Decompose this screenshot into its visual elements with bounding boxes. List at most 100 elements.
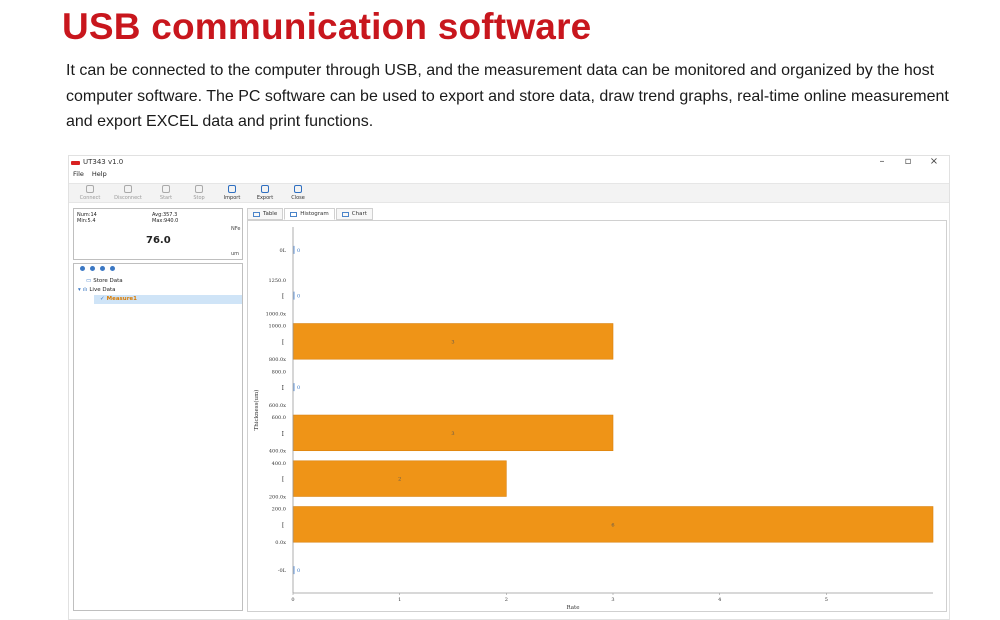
tree-item-label: Measure1 bbox=[106, 296, 137, 302]
y-tick-label: I bbox=[282, 431, 285, 438]
y-tick-label: 600.0x bbox=[269, 403, 286, 409]
export-button[interactable]: Export bbox=[250, 184, 280, 203]
x-tick-label: 0 bbox=[291, 597, 294, 603]
import-label: Import bbox=[223, 195, 241, 201]
disconnect-button[interactable]: Disconnect bbox=[108, 184, 148, 203]
stop-button[interactable]: Stop bbox=[184, 184, 214, 203]
stop-icon bbox=[195, 185, 203, 193]
histogram-svg: 00L01250.0I1000.0x31000.0I800.0x0800.0I6… bbox=[253, 227, 934, 611]
bar-value-label: 0 bbox=[297, 248, 300, 254]
tab-table[interactable]: Table bbox=[247, 208, 284, 220]
export-label: Export bbox=[256, 195, 274, 201]
export-icon bbox=[261, 185, 269, 193]
bar-value-label: 6 bbox=[611, 522, 614, 528]
y-tick-label: 800.0x bbox=[269, 357, 286, 363]
close-button[interactable]: Close bbox=[283, 184, 313, 203]
close-file-icon bbox=[294, 185, 302, 193]
tree-item-measure1[interactable]: ✓ Measure1 bbox=[94, 295, 242, 304]
x-tick-label: 3 bbox=[611, 597, 614, 603]
tab-chart[interactable]: Chart bbox=[335, 208, 373, 220]
disconnect-icon bbox=[124, 185, 132, 193]
x-tick-label: 1 bbox=[398, 597, 401, 603]
y-tick-label: 400.0x bbox=[269, 449, 286, 455]
y-tick-label: I bbox=[282, 339, 285, 346]
y-tick-label: 200.0x bbox=[269, 494, 286, 500]
data-tree: ▭ Store Data ▾ ılı Live Data ✓ Measure1 bbox=[73, 263, 243, 611]
y-tick-label: 0.0x bbox=[275, 540, 286, 546]
y-tick-label: I bbox=[282, 477, 285, 484]
delete-icon[interactable] bbox=[110, 266, 115, 271]
min-readout: Min:5.4 bbox=[77, 218, 96, 224]
window-title: UT343 v1.0 bbox=[83, 158, 124, 166]
app-window: UT343 v1.0 – ▫ × File Help Connect Disco… bbox=[68, 155, 950, 620]
y-tick-label: 1250.0 bbox=[269, 278, 287, 284]
tab-histogram[interactable]: Histogram bbox=[284, 208, 335, 220]
minimize-button[interactable]: – bbox=[875, 156, 889, 167]
import-button[interactable]: Import bbox=[217, 184, 247, 203]
bar-value-label: 0 bbox=[297, 568, 300, 574]
close-label: Close bbox=[291, 195, 305, 201]
y-axis-title: Thickness(um) bbox=[253, 390, 260, 431]
left-panel: Num:14 Min:5.4 Avg:357.3 Max:940.0 NFe 7… bbox=[73, 208, 243, 612]
y-tick-label: 600.0 bbox=[272, 415, 286, 421]
max-readout: Max:940.0 bbox=[152, 218, 179, 224]
y-tick-label: 200.0 bbox=[272, 507, 286, 513]
record-icon[interactable] bbox=[100, 266, 105, 271]
tree-item-label: Store Data bbox=[93, 278, 123, 284]
y-tick-label: 400.0 bbox=[272, 461, 286, 467]
app-logo-icon bbox=[71, 161, 80, 165]
y-tick-label: I bbox=[282, 522, 285, 529]
toolbar: Connect Disconnect Start Stop Import Exp… bbox=[69, 183, 949, 203]
start-label: Start bbox=[159, 195, 173, 201]
mode-indicator: NFe bbox=[231, 226, 241, 232]
measurement-panel: Num:14 Min:5.4 Avg:357.3 Max:940.0 NFe 7… bbox=[73, 208, 243, 260]
tree-item-label: Live Data bbox=[89, 287, 116, 293]
close-window-button[interactable]: × bbox=[927, 156, 941, 167]
bar-value-label: 3 bbox=[451, 431, 454, 437]
measure-icon: ✓ bbox=[100, 296, 105, 302]
stop-label: Stop bbox=[193, 195, 205, 201]
disconnect-label: Disconnect bbox=[114, 195, 142, 201]
y-tick-label: 800.0 bbox=[272, 369, 286, 375]
menu-help[interactable]: Help bbox=[92, 170, 107, 182]
y-tick-label: 1000.0 bbox=[269, 324, 287, 330]
pin-icon[interactable] bbox=[80, 266, 85, 271]
y-tick-label: 1000.0x bbox=[266, 311, 286, 317]
bar-value-label: 3 bbox=[451, 339, 454, 345]
expand-chevron-icon: ▾ bbox=[78, 287, 81, 293]
right-panel: Table Histogram Chart 0 0L 0 1250.0 I 1000.0x… bbox=[247, 208, 947, 612]
bar-value-label: 0 bbox=[297, 294, 300, 300]
maximize-button[interactable]: ▫ bbox=[901, 156, 915, 167]
sound-icon[interactable] bbox=[90, 266, 95, 271]
x-tick-label: 5 bbox=[825, 597, 828, 603]
title-bar: UT343 v1.0 – ▫ × bbox=[69, 156, 949, 172]
y-tick-label: I bbox=[282, 294, 285, 301]
y-tick-label: I bbox=[282, 385, 285, 392]
connect-icon bbox=[86, 185, 94, 193]
page-headline: USB communication software bbox=[62, 6, 592, 47]
tab-label: Histogram bbox=[300, 211, 329, 217]
unit-label: um bbox=[231, 251, 240, 257]
page-description: It can be connected to the computer thro… bbox=[66, 62, 949, 130]
tree-item-store-data[interactable]: ▭ Store Data bbox=[86, 277, 123, 286]
tab-label: Table bbox=[263, 211, 278, 217]
import-icon bbox=[228, 185, 236, 193]
bar-value-label: 2 bbox=[398, 477, 401, 483]
menu-bar: File Help bbox=[73, 170, 107, 182]
tab-label: Chart bbox=[351, 211, 367, 217]
connect-button[interactable]: Connect bbox=[75, 184, 105, 203]
y-tick-label: 0L bbox=[279, 248, 286, 254]
x-tick-label: 2 bbox=[505, 597, 508, 603]
chart-icon bbox=[341, 211, 349, 217]
tree-item-live-data[interactable]: ▾ ılı Live Data bbox=[78, 286, 115, 295]
live-data-icon: ılı bbox=[82, 287, 88, 293]
current-value: 76.0 bbox=[146, 235, 171, 246]
view-tabs: Table Histogram Chart bbox=[247, 208, 374, 220]
menu-file[interactable]: File bbox=[73, 170, 84, 182]
connect-label: Connect bbox=[79, 195, 101, 201]
x-tick-label: 4 bbox=[718, 597, 721, 603]
start-button[interactable]: Start bbox=[151, 184, 181, 203]
bar-value-label: 0 bbox=[297, 385, 300, 391]
table-icon bbox=[253, 211, 260, 217]
store-data-icon: ▭ bbox=[86, 278, 92, 284]
